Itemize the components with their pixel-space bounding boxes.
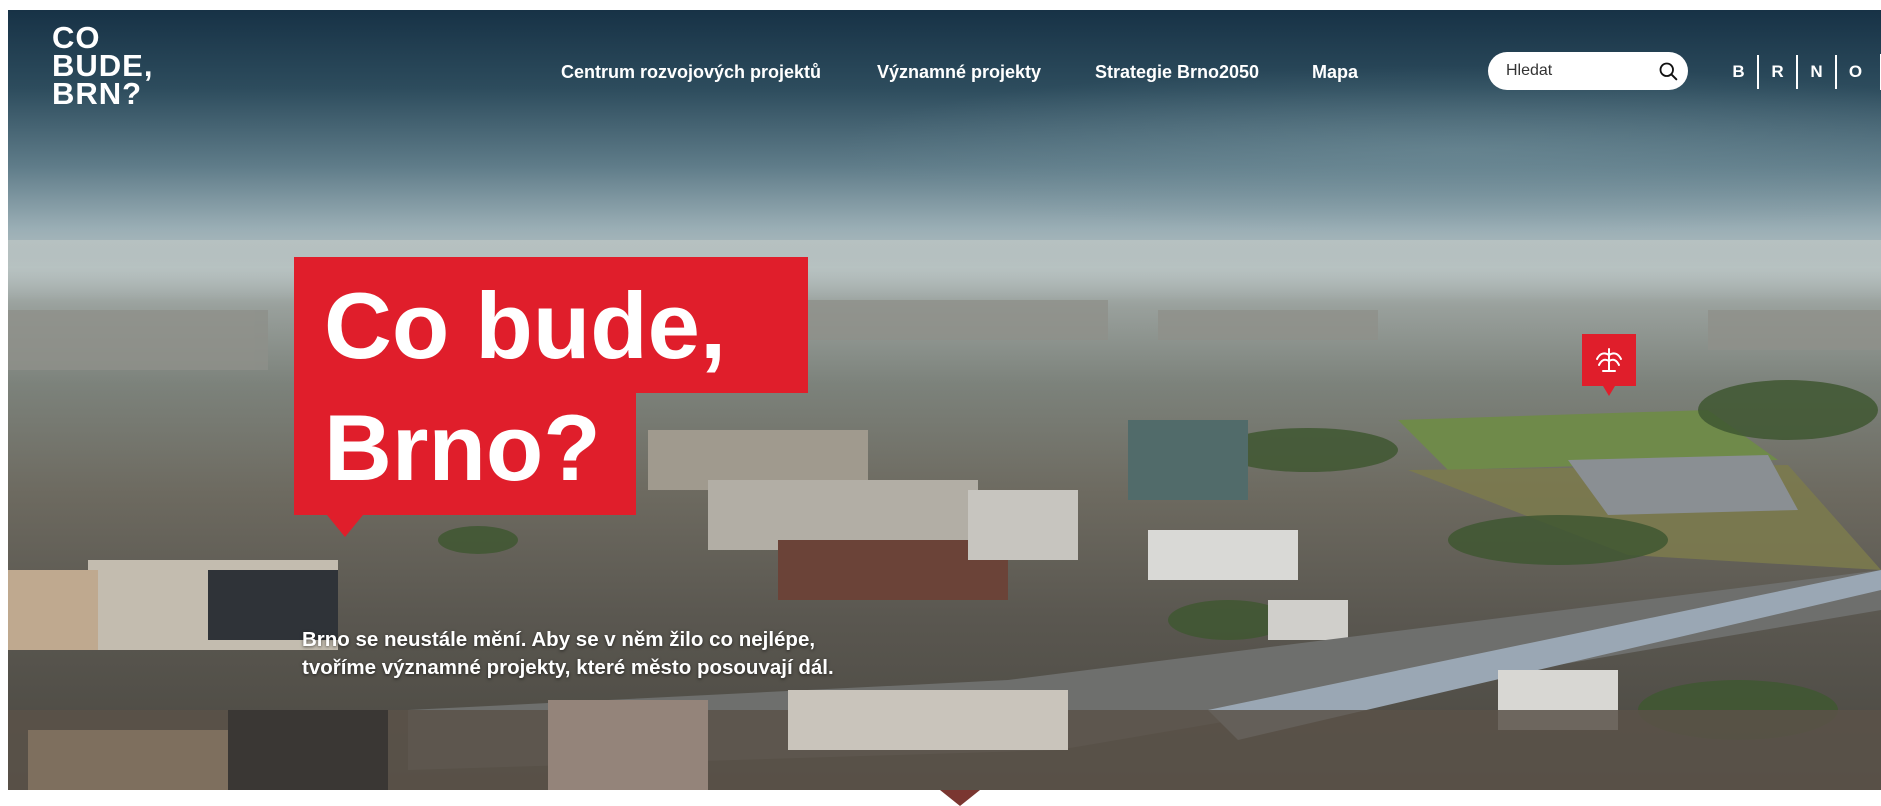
search-icon[interactable] [1658,59,1678,83]
hero-title-box: Co bude, [294,257,808,393]
brno-city-mark[interactable]: B R N O [1720,54,1881,90]
project-pin-icon [1596,348,1622,372]
tagline-line: Brno se neustále mění. Aby se v něm žilo… [302,628,816,651]
speech-pointer [327,515,363,537]
city-aerial-image [8,240,1881,790]
scroll-down-arrow-icon[interactable] [940,790,980,806]
brand-letter: O [1848,62,1863,81]
search-box [1488,52,1688,90]
nav-item-strategie[interactable]: Strategie Brno2050 [1095,62,1259,83]
hero-title-line: Co bude, [324,273,727,378]
brand-letter: N [1810,62,1823,81]
brand-letter: R [1771,62,1784,81]
nav-item-vyznamne-projekty[interactable]: Významné projekty [877,62,1041,83]
nav-item-centrum[interactable]: Centrum rozvojových projektů [561,62,821,83]
hero-title-line: Brno? [324,395,601,500]
tagline-line: tvoříme významné projekty, které město p… [302,656,834,679]
logo-line: BRN? [52,76,143,111]
site-logo[interactable]: CO BUDE, BRN? [52,22,153,111]
map-project-marker[interactable] [1582,334,1636,396]
search-input[interactable] [1504,61,1658,81]
hero-section: CO BUDE, BRN? Centrum rozvojových projek… [8,10,1881,790]
brand-letter: B [1732,62,1745,81]
hero-tagline: Brno se neustále mění. Aby se v něm žilo… [302,626,834,682]
hero-title-box: Brno? [294,393,636,515]
nav-item-mapa[interactable]: Mapa [1312,62,1358,83]
